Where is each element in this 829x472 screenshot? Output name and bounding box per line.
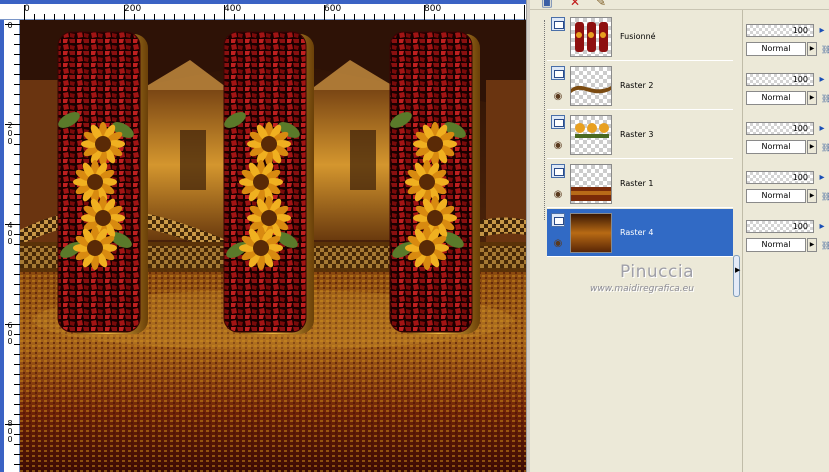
layer-type-icon [551,213,565,227]
lock-icon[interactable]: ⛓ [821,45,829,54]
ruler-label: 600 [7,321,13,346]
ruler-label: 400 [224,4,242,14]
watermark-name: Pinuccia [620,262,694,282]
blend-mode-select[interactable]: Normal [746,238,806,252]
layer-row-raster-2[interactable]: ◉ Raster 2 [547,62,733,110]
layer-type-icon [551,164,565,178]
horizontal-ruler: 0 200 400 600 800 [0,0,528,20]
layer-row-raster-4[interactable]: ◉ Raster 4 [547,209,733,257]
layer-type-icon [551,17,565,31]
layer-row-fusionne[interactable]: Fusionné [547,13,733,61]
opacity-arrow-icon[interactable]: ▸ [816,122,828,135]
opacity-slider[interactable]: 100 [746,24,814,37]
opacity-arrow-icon[interactable]: ▸ [816,24,828,37]
layer-tree-line [544,20,545,220]
blend-mode-select[interactable]: Normal [746,42,806,56]
ruler-band [0,20,4,472]
layer-thumbnail [570,66,612,106]
watermark-url: www.maidiregrafica.eu [590,284,694,294]
ruler-label: 400 [7,221,13,246]
opacity-slider[interactable]: 100 [746,171,814,184]
layer-row-raster-3[interactable]: ◉ Raster 3 [547,111,733,159]
lock-icon[interactable]: ⛓ [821,192,829,201]
ruler-label: 600 [324,4,342,14]
layer-type-icon [551,115,565,129]
ruler-label: 0 [7,21,13,30]
opacity-slider[interactable]: 100 [746,73,814,86]
layer-type-icon [551,66,565,80]
expand-arrow-icon[interactable]: ▶ [735,266,740,274]
layer-name: Raster 3 [620,130,654,139]
layer-props-raster-2: 100 ▸ Normal ▶ ⛓ [746,62,829,110]
layer-thumbnail [570,17,612,57]
blend-dropdown-icon[interactable]: ▶ [807,189,817,203]
opacity-value: 100 [792,26,808,35]
eye-icon[interactable]: ◉ [550,190,566,200]
opacity-arrow-icon[interactable]: ▸ [816,220,828,233]
opacity-value: 100 [792,75,808,84]
ruler-label: 0 [24,4,30,14]
delete-layer-icon[interactable]: ✕ [566,0,584,10]
layer-props-raster-1: 100 ▸ Normal ▶ ⛓ [746,160,829,208]
edit-icon[interactable]: ✎ [592,0,610,10]
layers-palette: ▣ ✕ ✎ Fusionné ◉ Raster 2 ◉ Raster 3 ◉ R… [530,0,829,472]
blend-dropdown-icon[interactable]: ▶ [807,91,817,105]
ruler-band [0,0,528,4]
layers-toolbar: ▣ ✕ ✎ [530,0,829,10]
layer-thumbnail [570,164,612,204]
blend-dropdown-icon[interactable]: ▶ [807,42,817,56]
lock-icon[interactable]: ⛓ [821,94,829,103]
blend-dropdown-icon[interactable]: ▶ [807,238,817,252]
opacity-slider[interactable]: 100 [746,220,814,233]
opacity-value: 100 [792,222,808,231]
opacity-value: 100 [792,124,808,133]
opacity-slider[interactable]: 100 [746,122,814,135]
layer-name: Raster 1 [620,179,654,188]
layer-properties-column: 100 ▸ Normal ▶ ⛓ 100 ▸ Normal ▶ ⛓ 100 ▸ … [742,10,829,472]
lock-icon[interactable]: ⛓ [821,143,829,152]
layer-props-raster-4: 100 ▸ Normal ▶ ⛓ [746,209,829,257]
blend-mode-select[interactable]: Normal [746,91,806,105]
lock-icon[interactable]: ⛓ [821,241,829,250]
layer-name: Fusionné [620,32,656,41]
blend-mode-select[interactable]: Normal [746,189,806,203]
blend-mode-select[interactable]: Normal [746,140,806,154]
opacity-arrow-icon[interactable]: ▸ [816,73,828,86]
layer-thumbnail [570,115,612,155]
ruler-label: 800 [7,419,13,444]
vertical-ruler: 0 200 400 600 800 [0,20,20,472]
palette-splitter[interactable] [733,255,740,297]
psp-workspace: 0 200 400 600 800 0 200 400 600 800 ▣ ✕ … [0,0,829,472]
ruler-label: 800 [424,4,442,14]
layer-name: Raster 4 [620,228,654,237]
eye-icon[interactable]: ◉ [550,92,566,102]
eye-icon[interactable]: ◉ [550,141,566,151]
blend-dropdown-icon[interactable]: ▶ [807,140,817,154]
opacity-value: 100 [792,173,808,182]
composite-image [20,20,526,472]
eye-icon[interactable]: ◉ [550,239,566,249]
layer-name: Raster 2 [620,81,654,90]
ruler-label: 200 [7,121,13,146]
layer-props-raster-3: 100 ▸ Normal ▶ ⛓ [746,111,829,159]
layer-row-raster-1[interactable]: ◉ Raster 1 [547,160,733,208]
new-layer-icon[interactable]: ▣ [538,0,556,10]
layer-props-fusionne: 100 ▸ Normal ▶ ⛓ [746,13,829,61]
ruler-label: 200 [124,4,142,14]
layer-thumbnail [570,213,612,253]
image-canvas[interactable] [20,20,526,472]
opacity-arrow-icon[interactable]: ▸ [816,171,828,184]
